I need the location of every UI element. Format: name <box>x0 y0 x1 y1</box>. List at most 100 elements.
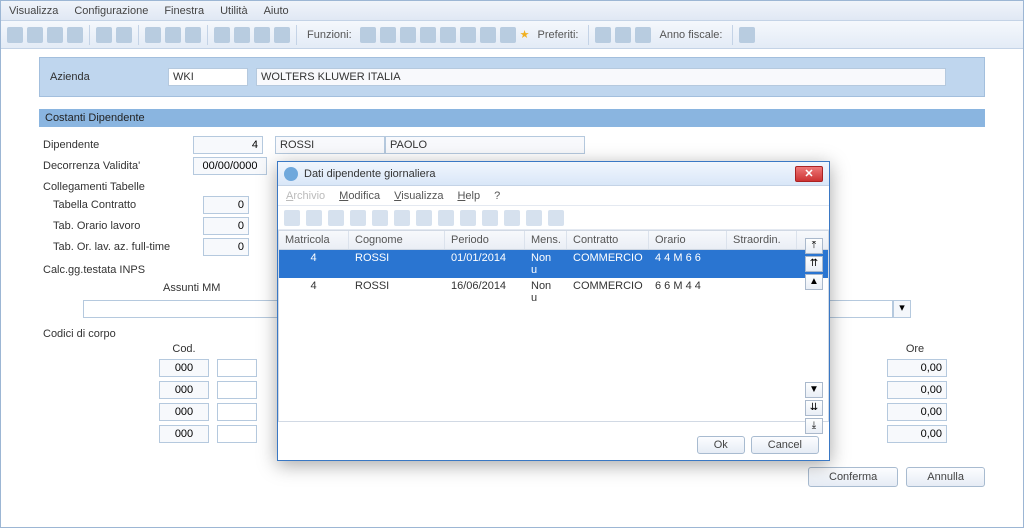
db-icon[interactable] <box>145 27 161 43</box>
cod-input-1[interactable] <box>159 359 209 377</box>
fn4-icon[interactable] <box>420 27 436 43</box>
cell-ora: 6 6 M 4 4 <box>649 278 727 306</box>
refresh-icon[interactable] <box>116 27 132 43</box>
mtool-1-icon[interactable] <box>284 210 300 226</box>
tab-orario-input[interactable] <box>203 217 249 235</box>
modal-menu-q[interactable]: ? <box>494 190 500 202</box>
sort-icon[interactable] <box>482 210 498 226</box>
separator-icon <box>138 25 139 45</box>
dipendente-num-input[interactable] <box>193 136 263 154</box>
fn3-icon[interactable] <box>400 27 416 43</box>
cell-per: 16/06/2014 <box>445 278 525 306</box>
codici-header: Codici di corpo <box>43 328 193 340</box>
menu-configurazione[interactable]: Configurazione <box>74 5 148 17</box>
close-icon[interactable]: ✕ <box>795 166 823 182</box>
tab-fulltime-input[interactable] <box>203 238 249 256</box>
book-icon[interactable] <box>274 27 290 43</box>
help-icon[interactable] <box>96 27 112 43</box>
menu-visualizza[interactable]: Visualizza <box>9 5 58 17</box>
fn2-icon[interactable] <box>380 27 396 43</box>
col-cognome[interactable]: Cognome <box>349 231 445 249</box>
exit-icon[interactable] <box>7 27 23 43</box>
nav-up-icon[interactable]: ▲ <box>805 274 823 290</box>
desc-input-3[interactable] <box>217 403 257 421</box>
col-contratto[interactable]: Contratto <box>567 231 649 249</box>
desc-input-1[interactable] <box>217 359 257 377</box>
ore-input-4[interactable] <box>887 425 947 443</box>
nav-down-icon[interactable]: ▼ <box>805 382 823 398</box>
cod-input-4[interactable] <box>159 425 209 443</box>
menu-utilita[interactable]: Utilità <box>220 5 248 17</box>
table-row[interactable]: 4 ROSSI 16/06/2014 Non u COMMERCIO 6 6 M… <box>279 278 828 306</box>
annulla-button[interactable]: Annulla <box>906 467 985 487</box>
calcgg-header: Calc.gg.testata INPS <box>43 264 193 276</box>
desc-input-4[interactable] <box>217 425 257 443</box>
config-icon[interactable] <box>526 210 542 226</box>
calendar-icon[interactable] <box>635 27 651 43</box>
nav-pgup-icon[interactable]: ⇈ <box>805 256 823 272</box>
fn1-icon[interactable] <box>360 27 376 43</box>
cell-per: 01/01/2014 <box>445 250 525 278</box>
palette-icon[interactable] <box>615 27 631 43</box>
calc-icon[interactable] <box>460 27 476 43</box>
mtool-7-icon[interactable] <box>416 210 432 226</box>
nav-pgdn-icon[interactable]: ⇊ <box>805 400 823 416</box>
ruler-icon[interactable] <box>504 210 520 226</box>
font-icon[interactable] <box>595 27 611 43</box>
col-straordin[interactable]: Straordin. <box>727 231 797 249</box>
mtool-3-icon[interactable] <box>328 210 344 226</box>
nav-first-icon[interactable]: ⤒ <box>805 238 823 254</box>
ore-input-3[interactable] <box>887 403 947 421</box>
cell-mat: 4 <box>279 250 349 278</box>
costanti-header: Costanti Dipendente <box>39 109 985 127</box>
modal-menu-modifica[interactable]: Modifica <box>339 190 380 202</box>
cut-icon[interactable] <box>47 27 63 43</box>
mail-icon[interactable] <box>440 27 456 43</box>
col-matricola[interactable]: Matricola <box>279 231 349 249</box>
filter-icon[interactable] <box>548 210 564 226</box>
mtool-4-icon[interactable] <box>350 210 366 226</box>
word-icon[interactable] <box>480 27 496 43</box>
col-mens[interactable]: Mens. <box>525 231 567 249</box>
modal-menu-help[interactable]: Help <box>457 190 480 202</box>
azienda-code-input[interactable] <box>168 68 248 86</box>
mtool-8-icon[interactable] <box>438 210 454 226</box>
table-row[interactable]: 4 ROSSI 01/01/2014 Non u COMMERCIO 4 4 M… <box>279 250 828 278</box>
stack-icon[interactable] <box>254 27 270 43</box>
separator-icon <box>89 25 90 45</box>
desc-input-2[interactable] <box>217 381 257 399</box>
info-icon[interactable] <box>739 27 755 43</box>
assunti-dropdown[interactable]: ▾ <box>893 300 911 318</box>
folder-icon[interactable] <box>214 27 230 43</box>
cancel-button[interactable]: Cancel <box>751 436 819 454</box>
cod-input-3[interactable] <box>159 403 209 421</box>
mtool-5-icon[interactable] <box>372 210 388 226</box>
mtool-6-icon[interactable] <box>394 210 410 226</box>
binocular-icon[interactable] <box>460 210 476 226</box>
separator-icon <box>588 25 589 45</box>
ore-input-1[interactable] <box>887 359 947 377</box>
nav-last-icon[interactable]: ⤓ <box>805 418 823 434</box>
cod-input-2[interactable] <box>159 381 209 399</box>
excel-icon[interactable] <box>500 27 516 43</box>
col-orario[interactable]: Orario <box>649 231 727 249</box>
ore-input-2[interactable] <box>887 381 947 399</box>
tabella-contratto-input[interactable] <box>203 196 249 214</box>
menu-aiuto[interactable]: Aiuto <box>264 5 289 17</box>
doc-icon[interactable] <box>234 27 250 43</box>
modal-menu-visualizza[interactable]: Visualizza <box>394 190 443 202</box>
cell-men: Non u <box>525 250 567 278</box>
mtool-2-icon[interactable] <box>306 210 322 226</box>
menu-finestra[interactable]: Finestra <box>164 5 204 17</box>
separator-icon <box>732 25 733 45</box>
dipendente-surname <box>275 136 385 154</box>
ok-button[interactable]: Ok <box>697 436 745 454</box>
print-icon[interactable] <box>67 27 83 43</box>
save-icon[interactable] <box>27 27 43 43</box>
conferma-button[interactable]: Conferma <box>808 467 898 487</box>
decorrenza-input[interactable] <box>193 157 267 175</box>
copy-icon[interactable] <box>165 27 181 43</box>
star-icon[interactable]: ★ <box>520 28 530 41</box>
sheet-icon[interactable] <box>185 27 201 43</box>
col-periodo[interactable]: Periodo <box>445 231 525 249</box>
